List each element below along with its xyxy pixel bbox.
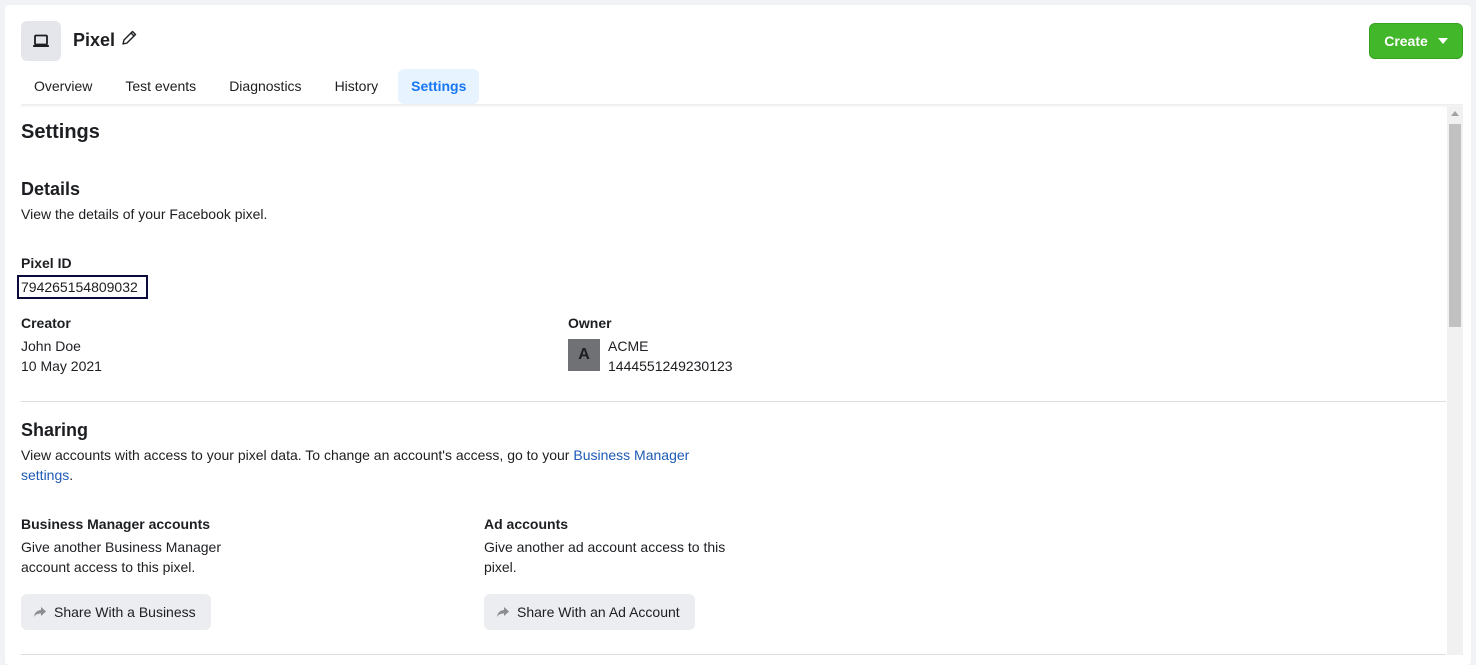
pixel-icon-box xyxy=(21,21,61,61)
tab-overview[interactable]: Overview xyxy=(21,69,105,104)
sharing-description-text: View accounts with access to your pixel … xyxy=(21,447,574,463)
pixel-id-value[interactable]: 794265154809032 xyxy=(17,275,148,299)
section-divider xyxy=(21,401,1446,402)
chevron-down-icon xyxy=(1437,38,1448,44)
sharing-description-end: . xyxy=(69,467,74,483)
business-manager-accounts-description: Give another Business Manager account ac… xyxy=(21,539,221,575)
creator-date: 10 May 2021 xyxy=(21,358,102,374)
share-with-ad-account-button[interactable]: Share With an Ad Account xyxy=(484,594,695,630)
share-with-ad-account-label: Share With an Ad Account xyxy=(517,604,680,620)
details-heading: Details xyxy=(21,179,81,199)
owner-name: ACME xyxy=(608,338,649,354)
sharing-heading: Sharing xyxy=(21,420,89,440)
tab-settings[interactable]: Settings xyxy=(398,69,480,104)
share-arrow-icon xyxy=(497,607,509,617)
create-button-label: Create xyxy=(1384,33,1428,49)
creator-label: Creator xyxy=(21,315,71,331)
owner-id: 1444551249230123 xyxy=(608,358,733,374)
pixel-id-label: Pixel ID xyxy=(21,255,72,271)
sharing-description: View accounts with access to your pixel … xyxy=(21,445,701,485)
create-button[interactable]: Create xyxy=(1369,23,1463,59)
scroll-thumb[interactable] xyxy=(1449,124,1461,327)
owner-label: Owner xyxy=(568,315,612,331)
creator-name: John Doe xyxy=(21,338,81,354)
share-arrow-icon xyxy=(34,607,46,617)
settings-heading: Settings xyxy=(21,121,100,143)
tab-test-events[interactable]: Test events xyxy=(112,69,209,104)
ad-accounts-description: Give another ad account access to this p… xyxy=(484,539,726,575)
tab-history[interactable]: History xyxy=(322,69,392,104)
owner-avatar: A xyxy=(568,339,600,371)
pencil-icon[interactable] xyxy=(120,29,138,47)
business-manager-accounts-label: Business Manager accounts xyxy=(21,516,211,532)
details-description: View the details of your Facebook pixel. xyxy=(21,206,268,222)
page-title: Pixel xyxy=(73,30,116,50)
tab-diagnostics[interactable]: Diagnostics xyxy=(216,69,314,104)
vertical-scrollbar[interactable] xyxy=(1447,106,1463,655)
ad-accounts-label: Ad accounts xyxy=(484,516,569,532)
share-with-business-label: Share With a Business xyxy=(54,604,196,620)
laptop-icon xyxy=(33,34,49,47)
tab-bar: Overview Test events Diagnostics History… xyxy=(21,69,486,104)
share-with-business-button[interactable]: Share With a Business xyxy=(21,594,211,630)
tabs-divider xyxy=(21,104,1463,108)
scroll-up-arrow-icon[interactable] xyxy=(1451,111,1459,116)
